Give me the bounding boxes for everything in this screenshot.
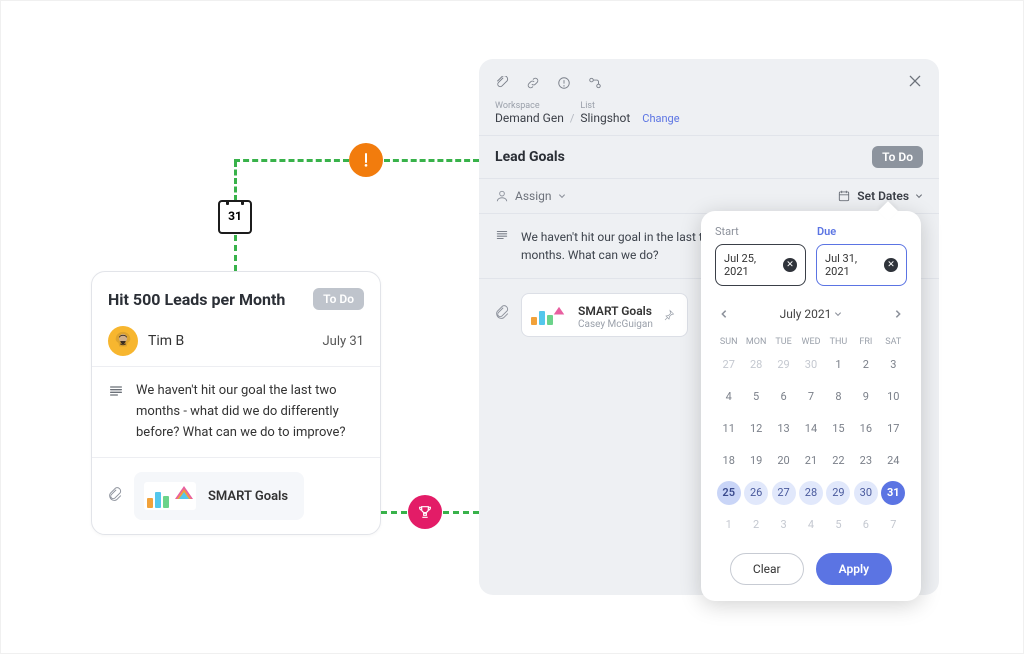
calendar-day[interactable]: 22	[826, 449, 850, 473]
calendar-grid[interactable]: 2728293012345678910111213141516171819202…	[715, 353, 907, 537]
calendar-day[interactable]: 9	[854, 385, 878, 409]
date-picker: Start Due Jul 25, 2021 ✕ Jul 31, 2021 ✕ …	[701, 211, 921, 601]
calendar-day[interactable]: 27	[717, 353, 741, 377]
task-title: Hit 500 Leads per Month	[108, 290, 285, 309]
calendar-day[interactable]: 1	[717, 513, 741, 537]
chevron-down-icon	[558, 192, 566, 200]
task-detail-panel: Workspace Demand Gen / List Slingshot Ch…	[479, 59, 939, 595]
calendar-day[interactable]: 8	[826, 385, 850, 409]
task-description: We haven't hit our goal the last two mon…	[136, 381, 364, 443]
clear-due-icon[interactable]: ✕	[884, 258, 898, 272]
breadcrumb: Workspace Demand Gen / List Slingshot Ch…	[479, 101, 939, 135]
attachment-chip[interactable]: SMART Goals	[134, 472, 304, 520]
calendar-day[interactable]: 30	[854, 481, 878, 505]
panel-attachment[interactable]: SMART Goals Casey McGuigan	[521, 293, 688, 337]
description-icon	[495, 228, 509, 264]
chart-thumb-icon	[528, 303, 568, 327]
attachment-icon	[108, 487, 122, 507]
clear-button[interactable]: Clear	[730, 553, 804, 585]
assign-button[interactable]: Assign	[495, 189, 566, 203]
calendar-day[interactable]: 10	[881, 385, 905, 409]
calendar-day[interactable]: 29	[772, 353, 796, 377]
calendar-day[interactable]: 2	[854, 353, 878, 377]
panel-note[interactable]: We haven't hit our goal in the last two …	[521, 228, 721, 264]
calendar-day[interactable]: 24	[881, 449, 905, 473]
subtask-icon[interactable]	[587, 76, 603, 90]
attach-icon[interactable]	[495, 76, 509, 90]
panel-title: Lead Goals	[495, 149, 565, 165]
assignee-name: Tim B	[148, 333, 184, 349]
task-card: Hit 500 Leads per Month To Do Tim B July…	[91, 271, 381, 535]
clear-start-icon[interactable]: ✕	[783, 258, 797, 272]
chevron-down-icon	[915, 192, 923, 200]
month-label[interactable]: July 2021	[780, 307, 843, 321]
attachment-name: SMART Goals	[208, 489, 288, 504]
calendar-icon-day: 31	[220, 209, 250, 223]
calendar-day[interactable]: 31	[881, 481, 905, 505]
calendar-day[interactable]: 16	[854, 417, 878, 441]
calendar-day[interactable]: 21	[799, 449, 823, 473]
calendar-day[interactable]: 19	[744, 449, 768, 473]
calendar-day[interactable]: 23	[854, 449, 878, 473]
attachment-icon[interactable]	[495, 305, 509, 325]
calendar-day[interactable]: 15	[826, 417, 850, 441]
alert-marker	[349, 143, 383, 177]
calendar-day[interactable]: 6	[772, 385, 796, 409]
calendar-day[interactable]: 4	[717, 385, 741, 409]
calendar-day[interactable]: 20	[772, 449, 796, 473]
description-icon	[108, 383, 124, 443]
calendar-day[interactable]: 3	[881, 353, 905, 377]
calendar-day[interactable]: 25	[717, 481, 741, 505]
link-icon[interactable]	[525, 76, 541, 90]
apply-button[interactable]: Apply	[816, 553, 892, 585]
calendar-day[interactable]: 11	[717, 417, 741, 441]
calendar-day[interactable]: 1	[826, 353, 850, 377]
calendar-day[interactable]: 5	[744, 385, 768, 409]
calendar-day[interactable]: 2	[744, 513, 768, 537]
calendar-day[interactable]: 14	[799, 417, 823, 441]
pin-icon[interactable]	[663, 306, 675, 325]
start-date-input[interactable]: Jul 25, 2021 ✕	[715, 244, 806, 286]
start-tab[interactable]: Start	[715, 225, 805, 238]
due-date-input[interactable]: Jul 31, 2021 ✕	[816, 244, 907, 286]
panel-status-badge[interactable]: To Do	[872, 146, 923, 168]
prev-month-icon[interactable]	[715, 300, 733, 327]
set-dates-button[interactable]: Set Dates	[837, 189, 923, 203]
calendar-day[interactable]: 17	[881, 417, 905, 441]
calendar-day[interactable]: 4	[799, 513, 823, 537]
trophy-marker	[408, 495, 442, 529]
calendar-day[interactable]: 26	[744, 481, 768, 505]
calendar-day[interactable]: 7	[799, 385, 823, 409]
info-icon[interactable]	[557, 76, 571, 90]
calendar-day[interactable]: 28	[799, 481, 823, 505]
calendar-day[interactable]: 13	[772, 417, 796, 441]
calendar-day[interactable]: 27	[772, 481, 796, 505]
change-list-link[interactable]: Change	[642, 112, 679, 125]
chart-thumb-icon	[144, 482, 196, 510]
calendar-day[interactable]: 7	[881, 513, 905, 537]
calendar-day[interactable]: 18	[717, 449, 741, 473]
avatar	[108, 326, 138, 356]
calendar-day[interactable]: 5	[826, 513, 850, 537]
due-tab[interactable]: Due	[817, 225, 907, 238]
calendar-icon: 31	[218, 200, 252, 234]
due-date: July 31	[323, 334, 365, 349]
calendar-day[interactable]: 12	[744, 417, 768, 441]
calendar-day[interactable]: 6	[854, 513, 878, 537]
calendar-day[interactable]: 30	[799, 353, 823, 377]
status-badge: To Do	[313, 288, 364, 310]
calendar-day[interactable]: 28	[744, 353, 768, 377]
close-icon[interactable]	[907, 73, 923, 93]
calendar-day[interactable]: 3	[772, 513, 796, 537]
calendar-day[interactable]: 29	[826, 481, 850, 505]
next-month-icon[interactable]	[889, 300, 907, 327]
